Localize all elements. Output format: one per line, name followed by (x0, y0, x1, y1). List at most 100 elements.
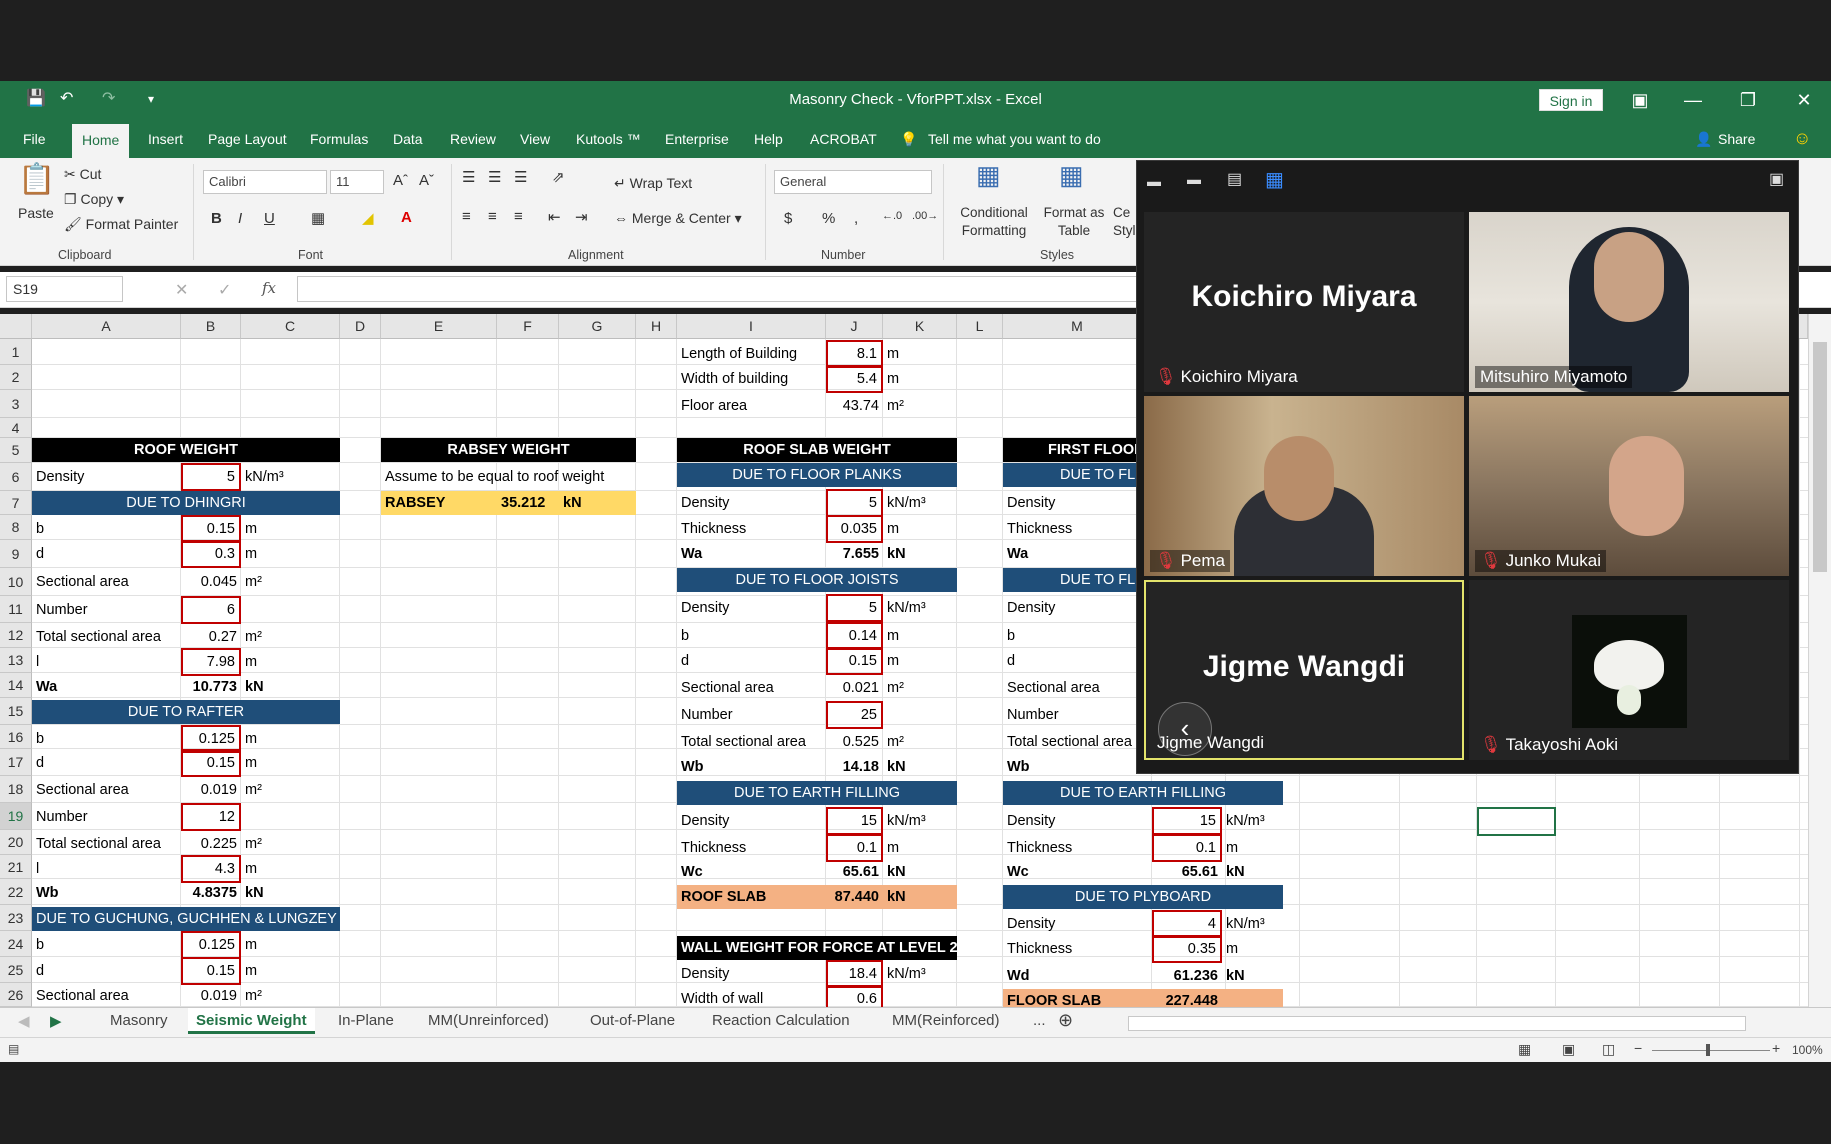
copy-button[interactable]: ❐ Copy ▾ (64, 191, 124, 208)
prev-sheet-icon[interactable]: ◀ (18, 1012, 30, 1030)
value-cell[interactable]: 0.225 (181, 832, 241, 856)
row-header[interactable]: 24 (0, 931, 32, 957)
close-button[interactable]: ✕ (1784, 87, 1824, 113)
row-header[interactable]: 2 (0, 365, 32, 390)
row-header[interactable]: 26 (0, 983, 32, 1007)
clipboard-icon[interactable]: 📋 (18, 162, 55, 197)
input-cell[interactable]: 4.3 (181, 855, 241, 883)
sheet-tab[interactable]: Out-of-Plane (590, 1012, 675, 1029)
font-name-select[interactable]: Calibri (203, 170, 327, 194)
fill-color-icon[interactable]: ◢ (362, 209, 374, 227)
tab-insert[interactable]: Insert (148, 131, 183, 147)
value-cell[interactable]: 7.655 (826, 542, 883, 566)
sheet-tab[interactable]: In-Plane (338, 1012, 394, 1029)
vertical-scrollbar[interactable] (1808, 314, 1831, 1007)
zoom-slider[interactable] (1652, 1050, 1770, 1051)
row-header[interactable]: 1 (0, 339, 32, 365)
row-header[interactable]: 23 (0, 905, 32, 931)
input-cell[interactable]: 0.035 (826, 515, 883, 543)
decrease-font-icon[interactable]: Aˇ (419, 172, 434, 189)
tab-enterprise[interactable]: Enterprise (665, 131, 729, 147)
smiley-icon[interactable]: ☺ (1793, 128, 1811, 149)
column-header[interactable]: D (340, 314, 381, 339)
row-header[interactable]: 5 (0, 438, 32, 463)
row-header[interactable]: 11 (0, 596, 32, 623)
input-cell[interactable]: 5.4 (826, 365, 883, 393)
strip-view-icon[interactable]: ▤ (1227, 169, 1242, 189)
input-cell[interactable]: 0.35 (1152, 935, 1222, 963)
row-header[interactable]: 18 (0, 776, 32, 803)
tab-file[interactable]: File (23, 131, 46, 147)
row-header[interactable]: 20 (0, 830, 32, 855)
italic-button[interactable]: I (238, 210, 242, 227)
align-right-icon[interactable]: ≡ (514, 208, 523, 225)
normal-view-icon[interactable]: ▦ (1518, 1041, 1531, 1058)
input-cell[interactable]: 18.4 (826, 960, 883, 988)
value-cell[interactable]: 14.18 (826, 755, 883, 779)
value-cell[interactable]: 43.74 (826, 394, 883, 418)
participant-tile[interactable]: 🎙 Junko Mukai (1469, 396, 1789, 576)
increase-font-icon[interactable]: Aˆ (393, 172, 408, 189)
row-header[interactable]: 6 (0, 463, 32, 491)
increase-indent-icon[interactable]: ⇥ (575, 208, 588, 226)
align-center-icon[interactable]: ≡ (488, 208, 497, 225)
row-header[interactable]: 4 (0, 418, 32, 438)
tab-formulas[interactable]: Formulas (310, 131, 368, 147)
value-cell[interactable]: 0.045 (181, 570, 241, 594)
column-header[interactable]: E (381, 314, 497, 339)
participant-tile[interactable]: 🎙 Pema (1144, 396, 1464, 576)
cut-button[interactable]: ✂ Cut (64, 166, 101, 183)
input-cell[interactable]: 0.15 (181, 957, 241, 985)
sheet-tab[interactable]: MM(Reinforced) (892, 1012, 1000, 1029)
input-cell[interactable]: 5 (826, 489, 883, 517)
row-header[interactable]: 12 (0, 623, 32, 648)
more-sheets[interactable]: ... (1033, 1012, 1046, 1029)
align-top-icon[interactable]: ☰ (462, 168, 475, 186)
tab-help[interactable]: Help (754, 131, 783, 147)
name-box[interactable]: S19 (6, 276, 123, 302)
column-header[interactable]: K (883, 314, 957, 339)
input-cell[interactable]: 4 (1152, 910, 1222, 938)
input-cell[interactable]: 6 (181, 596, 241, 624)
tab-page-layout[interactable]: Page Layout (208, 131, 287, 147)
input-cell[interactable]: 0.1 (826, 834, 883, 862)
input-cell[interactable]: 0.14 (826, 622, 883, 650)
zoom-level[interactable]: 100% (1792, 1043, 1823, 1057)
value-cell[interactable]: 0.27 (181, 625, 241, 649)
format-as-table-button[interactable]: Format as Table (1040, 204, 1108, 240)
column-header[interactable]: A (32, 314, 181, 339)
gallery-view-icon[interactable]: ▦ (1265, 167, 1284, 192)
roof-slab-total[interactable]: 87.440 (826, 885, 883, 909)
tab-acrobat[interactable]: ACROBAT (810, 131, 877, 147)
tell-me-search[interactable]: Tell me what you want to do (928, 131, 1101, 147)
add-sheet-icon[interactable]: ⊕ (1058, 1010, 1073, 1031)
enter-icon[interactable]: ✓ (218, 280, 231, 300)
column-header[interactable]: L (957, 314, 1003, 339)
row-header[interactable]: 19 (0, 803, 32, 830)
sheet-tab[interactable]: Masonry (110, 1012, 168, 1029)
input-cell[interactable]: 0.1 (1152, 834, 1222, 862)
align-bottom-icon[interactable]: ☰ (514, 168, 527, 186)
row-header[interactable]: 9 (0, 540, 32, 568)
sign-in-button[interactable]: Sign in (1539, 89, 1603, 111)
restore-button[interactable]: ❐ (1728, 87, 1768, 113)
input-cell[interactable]: 8.1 (826, 340, 883, 368)
page-layout-icon[interactable]: ▣ (1562, 1041, 1575, 1058)
input-cell[interactable]: 15 (826, 807, 883, 835)
value-cell[interactable]: 10.773 (181, 675, 241, 699)
scrollbar-thumb[interactable] (1813, 342, 1827, 572)
tab-kutools[interactable]: Kutools ™ (576, 131, 641, 147)
floor-slab-total[interactable]: 227.448 (1152, 989, 1222, 1007)
zoom-out-icon[interactable]: − (1634, 1040, 1642, 1056)
zoom-slider-thumb[interactable] (1706, 1044, 1710, 1056)
sheet-tab[interactable]: MM(Unreinforced) (428, 1012, 549, 1029)
align-middle-icon[interactable]: ☰ (488, 168, 501, 186)
input-cell[interactable]: 5 (826, 594, 883, 622)
value-cell[interactable]: 65.61 (826, 860, 883, 884)
select-all-corner[interactable] (0, 314, 32, 339)
column-header[interactable]: M (1003, 314, 1152, 339)
row-header[interactable]: 17 (0, 749, 32, 776)
font-size-select[interactable]: 11 (330, 170, 384, 194)
sheet-tab[interactable]: Reaction Calculation (712, 1012, 850, 1029)
wrap-text-button[interactable]: ↵ Wrap Text (614, 175, 692, 192)
